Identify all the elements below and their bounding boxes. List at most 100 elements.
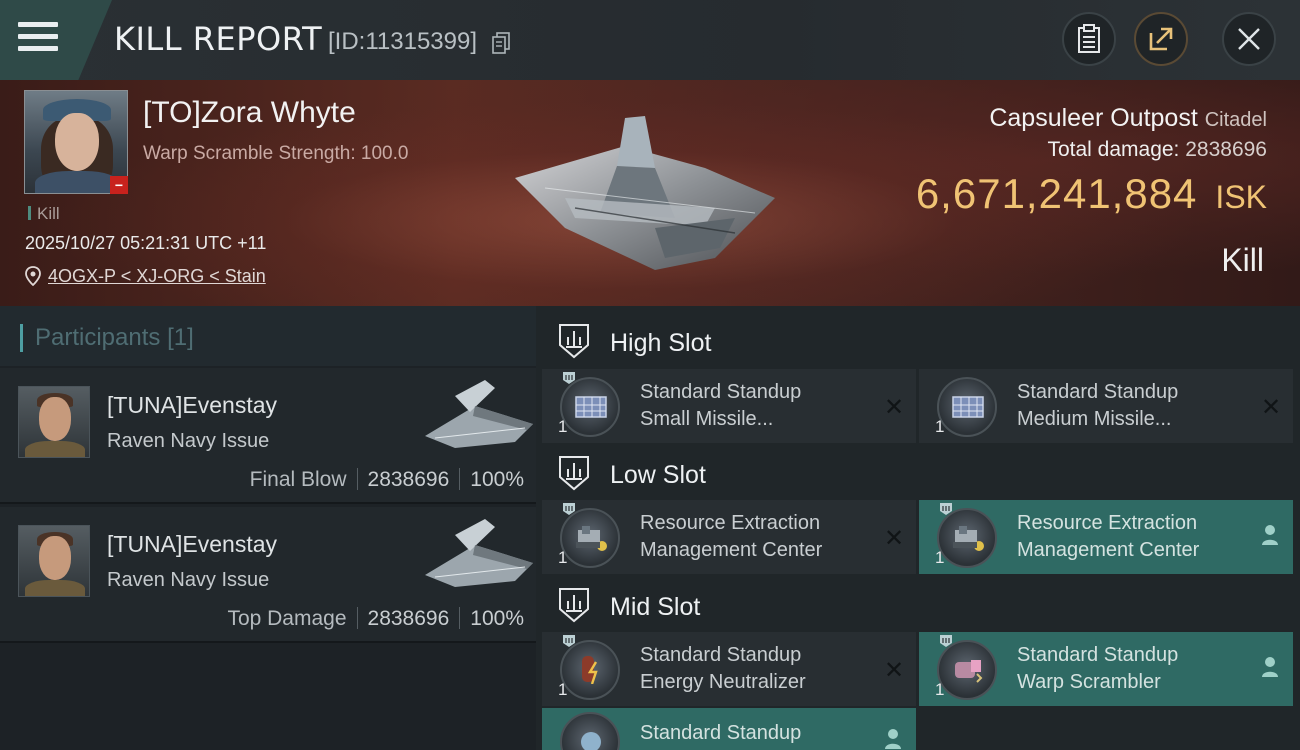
participant-role: Final Blow — [249, 468, 347, 491]
isk-value: 6,671,241,884 ISK — [916, 170, 1267, 218]
low-slot-label: Low Slot — [610, 461, 706, 489]
module-name-line2: Management Center — [1017, 539, 1200, 561]
close-icon — [1238, 28, 1260, 50]
share-icon — [1149, 27, 1173, 51]
participant-avatar[interactable] — [18, 525, 90, 597]
module-item[interactable]: 1 Standard Standup Medium Missile... ✕ — [919, 369, 1293, 443]
module-name-line2: Warp Scrambler — [1017, 671, 1161, 693]
module-item[interactable]: 1 Resource Extraction Management Center — [919, 500, 1293, 574]
module-quantity: 1 — [935, 417, 945, 436]
participant-stats: Final Blow 2838696 100% — [250, 468, 524, 492]
participant-name: [TUNA]Evenstay — [107, 531, 277, 557]
victim-ship-name[interactable]: Capsuleer Outpost Citadel — [989, 104, 1267, 133]
participants-label: Participants — [35, 324, 161, 351]
module-quantity: 1 — [558, 417, 568, 436]
launcher-module-icon — [560, 377, 620, 437]
high-slot-header: High Slot — [536, 311, 1300, 371]
participant-ship: Raven Navy Issue — [107, 430, 270, 452]
participant-damage: 2838696 — [367, 468, 450, 491]
ship-name: Capsuleer Outpost — [989, 104, 1198, 132]
warp-scrambler-module-icon — [937, 640, 997, 700]
x-mark-icon: ✕ — [1260, 394, 1282, 421]
participant-ship-render — [425, 380, 533, 448]
shield-slot-icon — [559, 588, 589, 623]
shield-slot-icon — [559, 456, 589, 491]
x-mark-icon: ✕ — [883, 394, 905, 421]
participant-stats: Top Damage 2838696 100% — [227, 607, 524, 631]
ship-class: Citadel — [1204, 109, 1267, 131]
tech-badge-icon — [940, 635, 952, 647]
kill-location-link[interactable]: 4OGX-P < XJ-ORG < Stain — [48, 266, 266, 287]
person-icon — [1262, 525, 1278, 545]
high-slot-label: High Slot — [610, 329, 712, 357]
clipboard-button[interactable] — [1062, 12, 1116, 66]
participant-ship: Raven Navy Issue — [107, 569, 270, 591]
module-item[interactable]: 1 Standard Standup Small Missile... ✕ — [542, 369, 916, 443]
victim-ship-render — [515, 116, 775, 270]
launcher-module-icon — [937, 377, 997, 437]
close-button[interactable] — [1222, 12, 1276, 66]
module-name: Standard Standup — [640, 720, 870, 747]
person-icon — [885, 729, 901, 749]
module-quantity: 1 — [558, 680, 568, 699]
total-damage-label: Total damage: — [1047, 138, 1180, 161]
module-name-line1: Standard Standup — [640, 644, 802, 666]
tech-badge-icon — [940, 503, 952, 515]
neutralizer-module-icon — [560, 640, 620, 700]
module-name: Resource Extraction Management Center — [640, 510, 870, 564]
module-name-line1: Resource Extraction — [640, 512, 821, 534]
hostile-badge: − — [110, 176, 128, 194]
total-damage-value: 2838696 — [1185, 138, 1267, 161]
module-name-line1: Standard Standup — [1017, 644, 1179, 666]
participant-row[interactable]: [TUNA]Evenstay Raven Navy Issue Final Bl… — [0, 368, 536, 504]
module-name-line1: Standard Standup — [640, 381, 802, 403]
extraction-module-icon — [937, 508, 997, 568]
participant-role: Top Damage — [227, 607, 347, 630]
module-name: Standard Standup Energy Neutralizer — [640, 642, 870, 696]
participants-header[interactable]: Participants [1] — [0, 306, 536, 366]
module-name: Standard Standup Small Missile... — [640, 379, 870, 433]
fitting-panel: High Slot 1 Standard Standup Small Missil… — [536, 306, 1300, 750]
participants-count: [1] — [167, 324, 194, 351]
module-name: Standard Standup Medium Missile... — [1017, 379, 1247, 433]
module-icon — [560, 712, 620, 750]
hamburger-menu-icon[interactable] — [18, 22, 58, 54]
module-name: Resource Extraction Management Center — [1017, 510, 1247, 564]
mid-slot-header: Mid Slot — [536, 575, 1300, 635]
module-quantity: 1 — [935, 548, 945, 567]
module-item[interactable]: 1 Standard Standup Energy Neutralizer ✕ — [542, 632, 916, 706]
person-icon — [1262, 657, 1278, 677]
kill-tag-label: Kill — [37, 204, 60, 223]
participants-panel: Participants [1] [TUNA]Evenstay Raven Na… — [0, 306, 536, 750]
module-name: Standard Standup Warp Scrambler — [1017, 642, 1247, 696]
participant-avatar[interactable] — [18, 386, 90, 458]
participant-percent: 100% — [470, 607, 524, 630]
participant-percent: 100% — [470, 468, 524, 491]
victim-name[interactable]: [TO]Zora Whyte — [143, 96, 356, 130]
module-name-line2: Energy Neutralizer — [640, 671, 806, 693]
mid-slot-label: Mid Slot — [610, 593, 701, 621]
top-bar: KILL REPORT [ID:11315399] — [0, 0, 1300, 80]
tech-badge-icon — [563, 635, 575, 647]
kill-timestamp: 2025/10/27 05:21:31 UTC +11 — [25, 233, 267, 253]
copy-icon[interactable] — [492, 32, 510, 54]
module-name-line2: Management Center — [640, 539, 823, 561]
kill-result: Kill — [1221, 242, 1264, 278]
total-damage: Total damage: 2838696 — [1047, 138, 1267, 162]
page-title: KILL REPORT — [114, 20, 323, 58]
extraction-module-icon — [560, 508, 620, 568]
module-item[interactable]: 1 Resource Extraction Management Center ✕ — [542, 500, 916, 574]
share-button[interactable] — [1134, 12, 1188, 66]
module-name-line2: Medium Missile... — [1017, 408, 1172, 430]
participant-row[interactable]: [TUNA]Evenstay Raven Navy Issue Top Dama… — [0, 507, 536, 643]
low-slot-header: Low Slot — [536, 443, 1300, 503]
tech-badge-icon — [563, 372, 575, 384]
tech-badge-icon — [563, 503, 575, 515]
kill-tag: Kill — [28, 204, 60, 224]
module-item[interactable]: Standard Standup — [542, 708, 916, 750]
module-quantity: 1 — [935, 680, 945, 699]
warp-scramble-strength: Warp Scramble Strength: 100.0 — [143, 143, 409, 164]
module-item[interactable]: 1 Standard Standup Warp Scrambler — [919, 632, 1293, 706]
x-mark-icon: ✕ — [883, 525, 905, 552]
participant-damage: 2838696 — [367, 607, 450, 630]
